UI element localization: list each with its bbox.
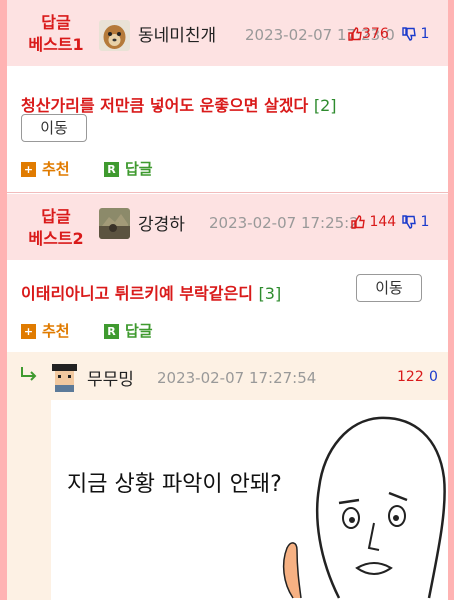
avatar[interactable] xyxy=(99,208,130,239)
reply-body: 지금 상황 파악이 안돼? xyxy=(7,400,448,600)
recommend-label: 추천 xyxy=(42,160,70,178)
downvote-count: 1 xyxy=(420,26,430,42)
upvote-count: 376 xyxy=(362,26,389,42)
best-comment-header-1: 답글 베스트1 동네미친개 2023-02-07 17:23:0 376 1 xyxy=(7,0,448,66)
reply-button[interactable]: R 답글 xyxy=(104,158,153,179)
upvote[interactable]: 376 xyxy=(348,26,389,42)
upvote[interactable]: 144 xyxy=(351,214,396,230)
best-badge-line1: 답글 xyxy=(41,207,71,226)
downvote-count: 1 xyxy=(420,214,430,230)
downvote-count[interactable]: 0 xyxy=(429,369,438,385)
move-button[interactable]: 이동 xyxy=(356,274,422,302)
reply-arrow-icon xyxy=(21,367,37,381)
timestamp: 2023-02-07 17:27:54 xyxy=(157,369,317,387)
recommend-button[interactable]: + 추천 xyxy=(21,320,70,341)
hand-image xyxy=(282,542,302,599)
timestamp: 2023-02-07 17:25:2 xyxy=(209,214,359,232)
best-badge-line2: 베스트2 xyxy=(28,229,84,248)
comment-list: 답글 베스트1 동네미친개 2023-02-07 17:23:0 376 1 청… xyxy=(7,0,448,600)
recommend-label: 추천 xyxy=(42,322,70,340)
comment-text: 청산가리를 저만큼 넣어도 운좋으면 살겠다 [2] xyxy=(21,92,337,116)
thumbs-up-icon xyxy=(351,215,365,229)
r-square-icon: R xyxy=(104,162,119,177)
divider xyxy=(7,192,448,193)
comment-text-content: 청산가리를 저만큼 넣어도 운좋으면 살겠다 xyxy=(21,96,309,115)
downvote[interactable]: 1 xyxy=(402,26,429,42)
comment-body-1: 청산가리를 저만큼 넣어도 운좋으면 살겠다 [2] 이동 + 추천 R 답글 xyxy=(7,66,448,190)
comment-text-content: 이태리아니고 튀르키예 부락같은디 xyxy=(21,284,253,303)
reply-label: 답글 xyxy=(125,160,153,178)
avatar[interactable] xyxy=(99,20,130,51)
nickname[interactable]: 동네미친개 xyxy=(138,21,216,46)
plus-square-icon: + xyxy=(21,324,36,339)
plus-square-icon: + xyxy=(21,162,36,177)
reply-count[interactable]: [2] xyxy=(314,96,337,115)
best-badge: 답글 베스트1 xyxy=(15,12,97,56)
upvote-count[interactable]: 122 xyxy=(397,369,424,385)
upvote-count: 144 xyxy=(369,214,397,230)
reply-label: 답글 xyxy=(125,322,153,340)
avatar[interactable] xyxy=(49,361,80,392)
downvote[interactable]: 1 xyxy=(402,214,429,230)
thumbs-down-icon xyxy=(402,27,416,41)
move-button[interactable]: 이동 xyxy=(21,114,87,142)
best-comment-header-2: 답글 베스트2 강경하 2023-02-07 17:25:2 144 1 xyxy=(7,194,448,260)
reply-image[interactable]: 지금 상황 파악이 안돼? xyxy=(51,400,448,600)
thumbs-down-icon xyxy=(402,215,416,229)
best-badge: 답글 베스트2 xyxy=(15,206,97,250)
comment-body-2: 이태리아니고 튀르키예 부락같은디 [3] 이동 + 추천 R 답글 xyxy=(7,260,448,350)
r-square-icon: R xyxy=(104,324,119,339)
nickname[interactable]: 무무밍 xyxy=(87,365,134,390)
thumbs-up-icon xyxy=(348,27,362,41)
nickname[interactable]: 강경하 xyxy=(138,210,185,235)
best-badge-line1: 답글 xyxy=(41,13,71,32)
reply-count[interactable]: [3] xyxy=(259,284,282,303)
reply-header: 무무밍 2023-02-07 17:27:54 122 0 xyxy=(7,352,448,400)
image-caption: 지금 상황 파악이 안돼? xyxy=(67,472,282,497)
best-badge-line2: 베스트1 xyxy=(28,35,84,54)
recommend-button[interactable]: + 추천 xyxy=(21,158,70,179)
comment-text: 이태리아니고 튀르키예 부락같은디 [3] xyxy=(21,280,281,304)
reply-button[interactable]: R 답글 xyxy=(104,320,153,341)
